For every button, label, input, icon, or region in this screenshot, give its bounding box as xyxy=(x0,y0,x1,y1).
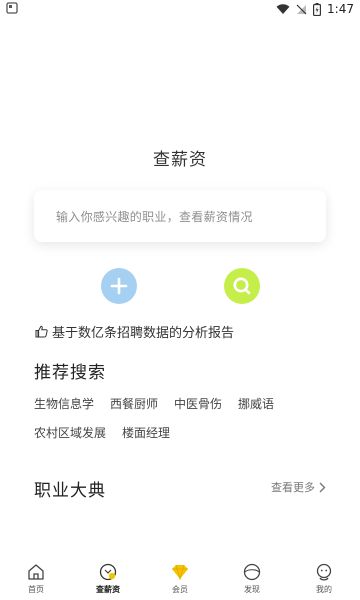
tag-item[interactable]: 农村区域发展 xyxy=(34,424,106,441)
chevron-right-icon xyxy=(319,482,326,492)
tab-label: 发现 xyxy=(244,585,260,594)
diamond-icon xyxy=(172,564,188,581)
status-bar: 1:47 xyxy=(0,0,360,18)
tab-label: 查薪资 xyxy=(96,585,120,594)
tag-item[interactable]: 生物信息学 xyxy=(34,395,94,412)
search-input[interactable]: 输入你感兴趣的职业，查看薪资情况 xyxy=(34,190,326,242)
tab-label: 我的 xyxy=(316,585,332,594)
tab-profile[interactable]: 我的 xyxy=(294,562,354,595)
search-button[interactable] xyxy=(224,268,260,304)
recommend-title: 推荐搜索 xyxy=(34,363,106,383)
no-signal-icon xyxy=(296,4,307,14)
stats-text: 基于数亿条招聘数据的分析报告 xyxy=(52,326,235,341)
plus-icon xyxy=(110,277,128,295)
tag-item[interactable]: 中医骨伤 xyxy=(174,395,222,412)
stats-line: 基于数亿条招聘数据的分析报告 xyxy=(35,322,234,341)
tag-item[interactable]: 挪威语 xyxy=(238,395,274,412)
clock: 1:47 xyxy=(327,2,354,16)
salary-search-icon xyxy=(99,563,117,581)
bottom-tab-bar: 首页 查薪资 会员 发现 我的 xyxy=(0,562,360,600)
search-placeholder: 输入你感兴趣的职业，查看薪资情况 xyxy=(56,209,253,224)
thumbs-up-icon xyxy=(35,325,48,338)
tab-home[interactable]: 首页 xyxy=(6,562,66,595)
tag-item[interactable]: 西餐厨师 xyxy=(110,395,158,412)
discover-icon xyxy=(243,563,261,581)
view-more-label: 查看更多 xyxy=(271,481,315,494)
profile-icon xyxy=(316,563,332,581)
view-more-link[interactable]: 查看更多 xyxy=(271,479,326,495)
tab-vip[interactable]: 会员 xyxy=(150,562,210,595)
notification-icon xyxy=(6,2,18,14)
tab-label: 会员 xyxy=(172,585,188,594)
tab-discover[interactable]: 发现 xyxy=(222,562,282,595)
home-icon xyxy=(28,564,44,580)
add-button[interactable] xyxy=(101,268,137,304)
page-title: 查薪资 xyxy=(153,150,207,170)
battery-icon xyxy=(313,2,322,16)
tag-item[interactable]: 楼面经理 xyxy=(122,424,170,441)
wifi-icon xyxy=(276,3,290,14)
status-right: 1:47 xyxy=(276,0,354,18)
search-icon xyxy=(233,277,251,295)
career-title: 职业大典 xyxy=(34,481,106,501)
tab-label: 首页 xyxy=(28,585,44,594)
tab-salary[interactable]: 查薪资 xyxy=(78,562,138,595)
recommend-tags: 生物信息学 西餐厨师 中医骨伤 挪威语 农村区域发展 楼面经理 xyxy=(34,395,334,453)
